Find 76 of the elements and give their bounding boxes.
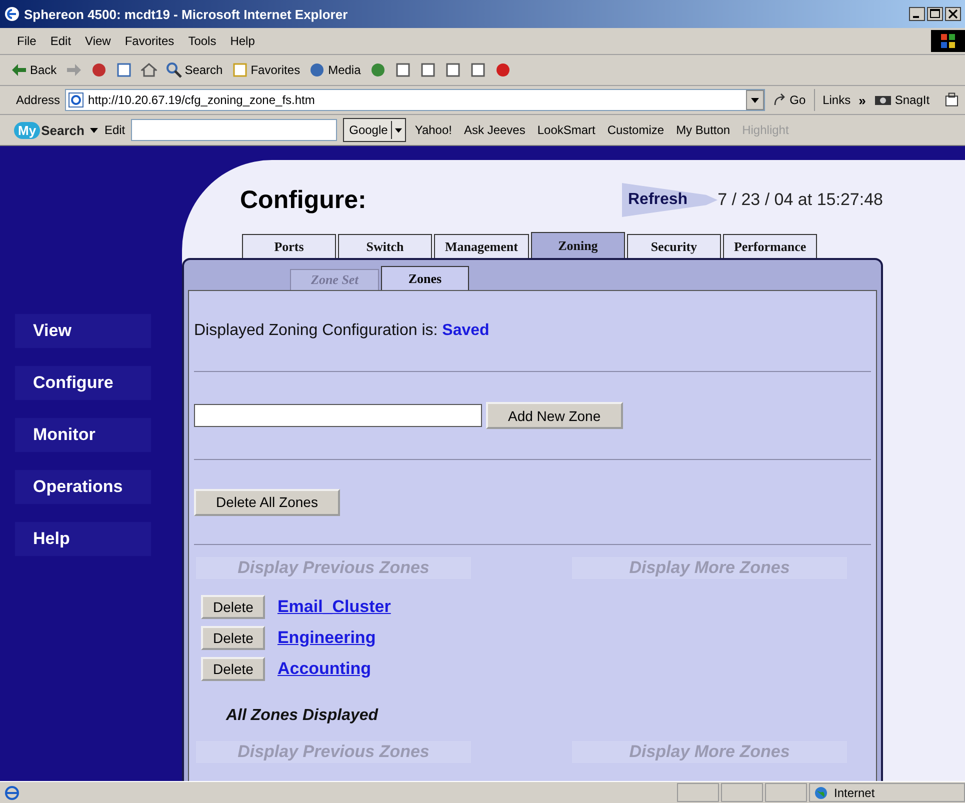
- sidebar-item[interactable]: View: [15, 314, 151, 348]
- more-links-button[interactable]: »: [858, 92, 866, 108]
- search-button[interactable]: Search: [162, 60, 226, 80]
- windows-logo-icon: [931, 30, 965, 52]
- caret-icon[interactable]: [90, 128, 98, 132]
- links-button[interactable]: Links: [820, 93, 854, 107]
- go-arrow-icon: [772, 93, 787, 107]
- security-zone: Internet: [809, 783, 965, 802]
- back-icon: [11, 62, 27, 78]
- sidebar-item[interactable]: Operations: [15, 470, 151, 504]
- toolbar-options-icon[interactable]: [944, 92, 959, 108]
- tab[interactable]: Management: [434, 234, 529, 258]
- media-button[interactable]: Media: [306, 60, 364, 80]
- sidebar-item[interactable]: Monitor: [15, 418, 151, 452]
- search-icon: [166, 62, 182, 78]
- sub-tab[interactable]: Zones: [381, 266, 469, 290]
- caret-icon: [750, 98, 759, 102]
- add-zone-button[interactable]: Add New Zone: [486, 402, 623, 429]
- camera-icon: [874, 94, 892, 106]
- edit-label: Edit: [104, 123, 126, 137]
- close-icon[interactable]: [945, 7, 961, 21]
- delete-button[interactable]: Delete: [201, 626, 266, 650]
- search-field[interactable]: [131, 119, 338, 141]
- search-toolbar-button[interactable]: Customize: [604, 123, 668, 137]
- sidebar-item[interactable]: Help: [15, 522, 151, 556]
- tab[interactable]: Ports: [242, 234, 336, 258]
- mysearch-logo[interactable]: My Search: [14, 122, 84, 138]
- delete-all-button[interactable]: Delete All Zones: [194, 488, 340, 516]
- tab[interactable]: Switch: [338, 234, 432, 258]
- zone-link[interactable]: Accounting: [277, 659, 371, 679]
- globe-icon: [814, 786, 828, 800]
- status-pane: [677, 783, 719, 802]
- address-label: Address: [16, 93, 60, 107]
- address-field[interactable]: http://10.20.67.19/cfg_zoning_zone_fs.htm: [65, 89, 765, 111]
- status-pane: [721, 783, 763, 802]
- caret-icon: [394, 128, 402, 132]
- window-title: Sphereon 4500: mcdt19 - Microsoft Internet Explorer: [24, 6, 348, 22]
- search-toolbar-button[interactable]: Yahoo!: [412, 123, 455, 137]
- back-button[interactable]: Back: [8, 60, 60, 80]
- page-icon: [68, 92, 84, 108]
- menu-item[interactable]: Edit: [43, 34, 78, 48]
- timestamp: 7 / 23 / 04 at 15:27:48: [718, 190, 883, 210]
- snagit-button[interactable]: SnagIt: [870, 93, 933, 107]
- menu-item[interactable]: Tools: [181, 34, 224, 48]
- maximize-icon[interactable]: [927, 7, 943, 21]
- zone-link[interactable]: Email_Cluster: [277, 597, 391, 617]
- config-status: Displayed Zoning Configuration is: Saved: [194, 321, 490, 341]
- go-button[interactable]: Go: [770, 93, 809, 107]
- dropdown-button[interactable]: [746, 90, 764, 110]
- refresh-button[interactable]: Refresh: [622, 183, 718, 217]
- search-toolbar-button[interactable]: LookSmart: [534, 123, 598, 137]
- tab[interactable]: Security: [626, 234, 721, 258]
- search-toolbar-button[interactable]: Ask Jeeves: [460, 123, 528, 137]
- delete-button[interactable]: Delete: [201, 595, 266, 619]
- zone-name-field[interactable]: [194, 404, 482, 427]
- menu-item[interactable]: Help: [223, 34, 262, 48]
- favorites-button[interactable]: Favorites: [228, 60, 304, 80]
- zones-note: All Zones Displayed: [224, 706, 380, 726]
- home-icon: [140, 62, 157, 78]
- minimize-icon[interactable]: [909, 7, 925, 21]
- tab[interactable]: Zoning: [530, 232, 625, 258]
- browser-icon: [4, 6, 20, 22]
- forward-icon: [66, 62, 82, 78]
- menu-item[interactable]: Favorites: [118, 34, 182, 48]
- status-pane: [765, 783, 807, 802]
- stop-icon: [90, 62, 107, 78]
- engine-dropdown[interactable]: Google: [343, 118, 406, 142]
- sidebar-item[interactable]: Configure: [15, 366, 151, 400]
- menu-item[interactable]: View: [78, 34, 118, 48]
- delete-button[interactable]: Delete: [201, 657, 266, 681]
- search-toolbar-button[interactable]: My Button: [673, 123, 734, 137]
- page-icon: [4, 784, 20, 800]
- zone-link[interactable]: Engineering: [277, 628, 376, 648]
- menu-item[interactable]: File: [10, 34, 44, 48]
- page-heading: Configure:: [240, 186, 366, 214]
- tab[interactable]: Performance: [722, 234, 818, 258]
